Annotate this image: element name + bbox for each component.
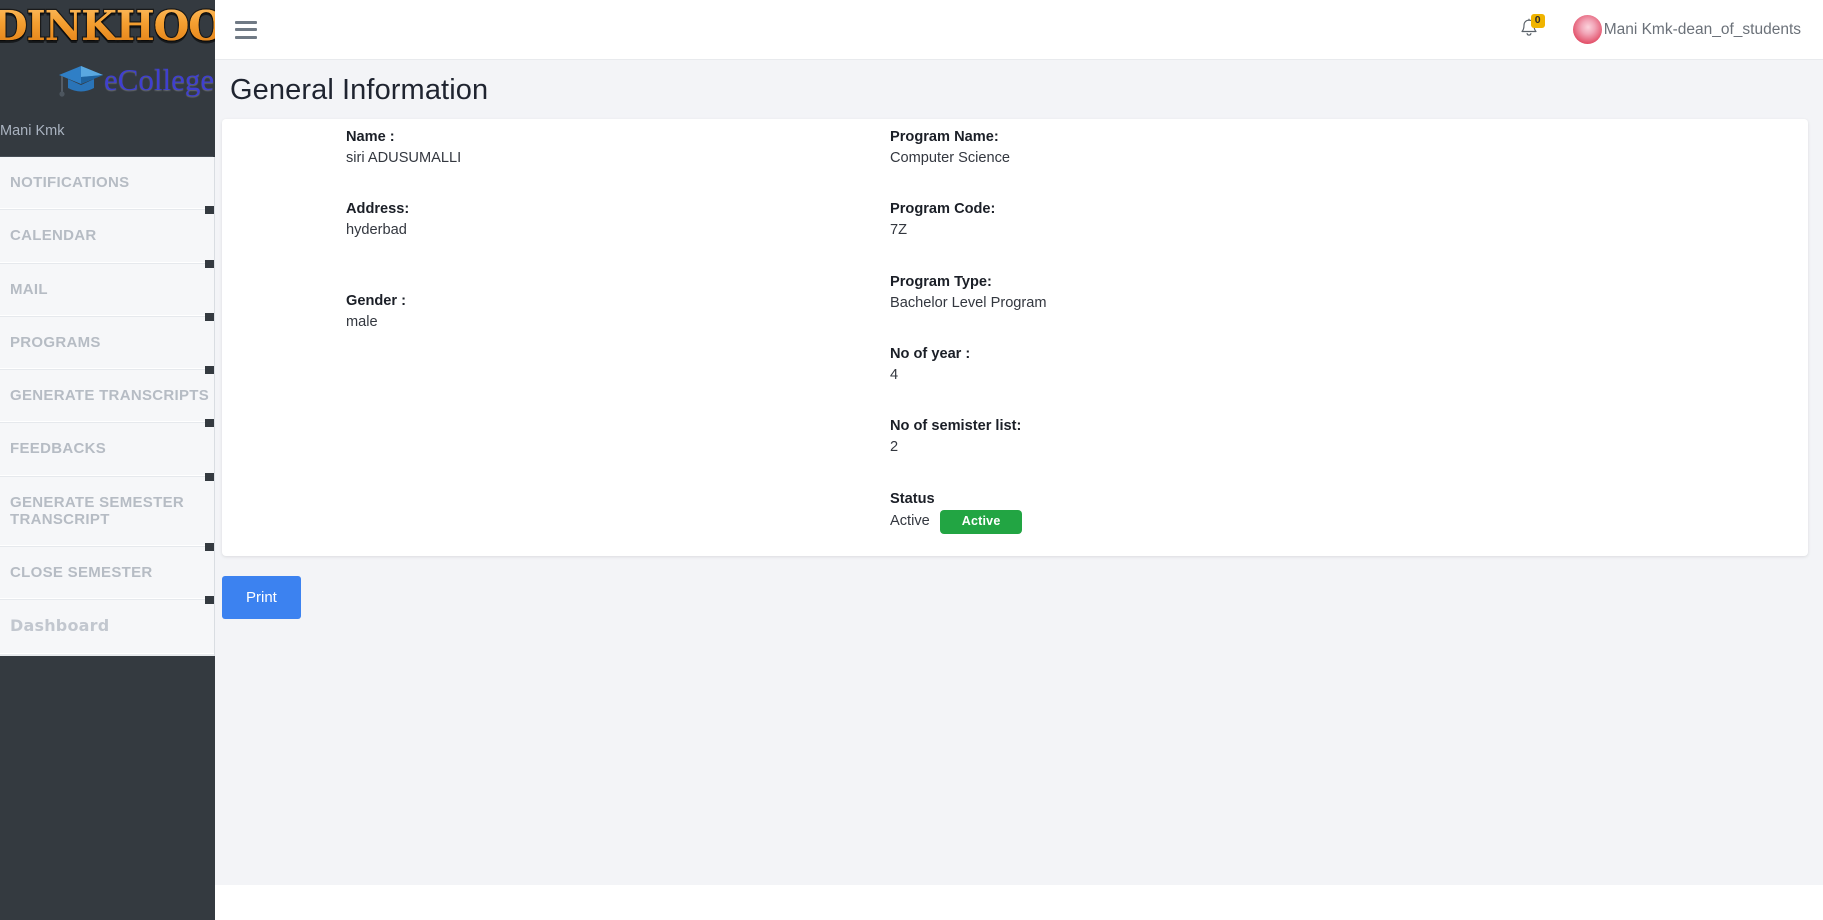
topbar: 0 Mani Kmk-dean_of_students <box>215 0 1823 60</box>
logo-text: DINKHOO! <box>0 2 215 50</box>
hamburger-bar <box>235 35 257 39</box>
notification-count-badge: 0 <box>1530 13 1545 29</box>
sidebar-item-notifications[interactable]: NOTIFICATIONS <box>0 157 214 210</box>
sidebar-nav-bottom-edge <box>0 653 215 656</box>
graduation-cap-icon <box>59 66 103 97</box>
field-label: Name : <box>346 129 395 145</box>
actions-row: Print <box>215 556 1823 619</box>
page-title: General Information <box>230 74 489 106</box>
sidebar-item-label: CLOSE SEMESTER <box>10 564 153 581</box>
sidebar-item-generate-transcripts[interactable]: GENERATE TRANSCRIPTS <box>0 365 214 423</box>
program-details-column: Program Name: Computer Science Program C… <box>890 127 1808 534</box>
status-badge: Active <box>939 509 1023 534</box>
field-no-of-year: No of year : 4 <box>890 344 1808 386</box>
sidebar-item-label: PROGRAMS <box>10 333 101 351</box>
field-label: Status <box>890 490 935 507</box>
sidebar-item-label: GENERATE SEMESTER TRANSCRIPT <box>10 493 185 528</box>
sidebar: DINKHOO! DINKHOO! eCollege Mani Kmk NOTI… <box>0 0 215 920</box>
field-value: 7Z <box>890 222 908 239</box>
student-details-column: Name : siri ADUSUMALLI Address: hyderbad… <box>222 127 890 534</box>
field-value: siri ADUSUMALLI <box>346 150 462 167</box>
field-status: Status Active Active <box>890 489 1808 534</box>
field-label: Program Name: <box>890 129 999 145</box>
general-information-card: Name : siri ADUSUMALLI Address: hyderbad… <box>222 119 1808 556</box>
sidebar-item-mail[interactable]: MAIL <box>0 259 214 316</box>
sidebar-item-label: CALENDAR <box>10 227 97 245</box>
sidebar-item-close-semester[interactable]: CLOSE SEMESTER <box>0 542 214 600</box>
field-program-type: Program Type: Bachelor Level Program <box>890 272 1808 314</box>
field-label: Program Type: <box>890 273 992 290</box>
user-menu-label[interactable]: Mani Kmk-dean_of_students <box>1604 21 1801 39</box>
field-value: 2 <box>890 439 899 456</box>
field-program-name: Program Name: Computer Science <box>890 127 1808 169</box>
field-no-of-semester-list: No of semister list: 2 <box>890 416 1808 458</box>
field-label: Gender : <box>346 292 407 309</box>
notifications-button[interactable]: 0 <box>1519 13 1545 43</box>
sidebar-item-label: Dashboard <box>10 616 110 636</box>
sidebar-item-calendar[interactable]: CALENDAR <box>0 206 214 263</box>
sidebar-item-dashboard[interactable]: Dashboard <box>0 596 214 654</box>
app-root: DINKHOO! DINKHOO! eCollege Mani Kmk NOTI… <box>0 0 1823 920</box>
sidebar-item-label: FEEDBACKS <box>10 440 107 458</box>
field-value: Computer Science <box>890 150 1011 167</box>
hamburger-bar <box>235 20 257 24</box>
field-address: Address: hyderbad <box>346 199 890 241</box>
hamburger-bar <box>235 28 257 31</box>
sidebar-username: Mani Kmk <box>0 123 65 139</box>
status-value: Active <box>890 513 930 530</box>
hamburger-icon[interactable] <box>235 20 257 39</box>
main-content: General Information Name : siri ADUSUMAL… <box>215 60 1823 920</box>
field-value: male <box>346 313 378 330</box>
field-label: No of semister list: <box>890 418 1022 435</box>
status-row: Active Active <box>890 509 1808 534</box>
field-label: No of year : <box>890 345 971 362</box>
avatar[interactable] <box>1572 15 1602 44</box>
field-value: 4 <box>890 367 899 384</box>
field-label: Program Code: <box>890 201 996 218</box>
sidebar-nav: NOTIFICATIONS CALENDAR MAIL PROGRAMS GEN… <box>0 157 215 654</box>
sidebar-item-label: GENERATE TRANSCRIPTS <box>10 387 210 404</box>
sidebar-item-programs[interactable]: PROGRAMS <box>0 312 214 369</box>
sidebar-item-label: NOTIFICATIONS <box>10 174 130 191</box>
field-program-code: Program Code: 7Z <box>890 199 1808 241</box>
field-value: Bachelor Level Program <box>890 294 1047 311</box>
field-label: Address: <box>346 201 410 218</box>
logo-subtext: eCollege <box>104 62 215 97</box>
field-gender: Gender : male <box>346 291 890 333</box>
sidebar-item-feedbacks[interactable]: FEEDBACKS <box>0 419 214 476</box>
brand-logo[interactable]: DINKHOO! DINKHOO! eCollege <box>0 0 215 108</box>
card-columns: Name : siri ADUSUMALLI Address: hyderbad… <box>222 119 1808 534</box>
sidebar-item-generate-semester-transcript[interactable]: GENERATE SEMESTER TRANSCRIPT <box>0 472 214 546</box>
field-name: Name : siri ADUSUMALLI <box>346 127 890 169</box>
topbar-right-group: 0 Mani Kmk-dean_of_students <box>1519 13 1823 44</box>
print-button[interactable]: Print <box>222 576 301 619</box>
page-footer <box>215 885 1823 920</box>
field-value: hyderbad <box>346 222 407 239</box>
sidebar-item-label: MAIL <box>10 280 48 298</box>
